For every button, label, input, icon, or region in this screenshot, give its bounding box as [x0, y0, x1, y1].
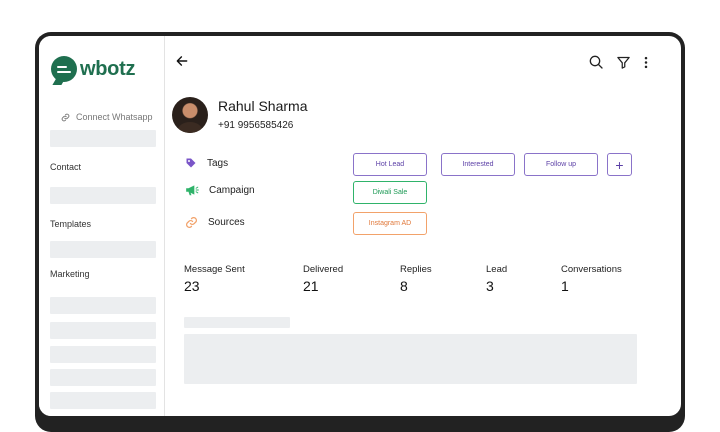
chat-logo-icon: [51, 56, 77, 82]
logo-text: wbotz: [80, 57, 136, 80]
logo[interactable]: wbotz: [51, 56, 135, 82]
filter-icon: [617, 56, 630, 69]
sidebar-item-contact[interactable]: Contact: [50, 162, 81, 172]
more-vertical-icon: [644, 56, 648, 68]
connect-whatsapp-link[interactable]: Connect Whatsapp: [61, 112, 153, 122]
sidebar-placeholder: [50, 187, 156, 204]
tag-chip-hot-lead[interactable]: Hot Lead: [353, 153, 427, 176]
sidebar-placeholder: [50, 130, 156, 147]
contact-name: Rahul Sharma: [218, 98, 308, 114]
stat-value: 23: [184, 278, 200, 294]
search-button[interactable]: [588, 54, 604, 70]
sidebar-placeholder: [50, 346, 156, 363]
arrow-left-icon: [176, 56, 188, 66]
sidebar-placeholder: [50, 369, 156, 386]
sidebar-placeholder: [50, 241, 156, 258]
stat-replies: Replies 8: [400, 264, 432, 294]
filter-button[interactable]: [616, 55, 631, 70]
campaign-row: Campaign: [185, 184, 255, 196]
stat-value: 21: [303, 278, 319, 294]
campaign-label: Campaign: [209, 184, 255, 196]
sidebar-item-marketing[interactable]: Marketing: [50, 269, 90, 279]
tags-label: Tags: [207, 157, 229, 169]
sidebar-placeholder: [50, 322, 156, 339]
sidebar-placeholder: [50, 297, 156, 314]
stat-message-sent: Message Sent 23: [184, 264, 245, 294]
stat-label: Lead: [486, 264, 508, 275]
sidebar-item-templates[interactable]: Templates: [50, 219, 91, 229]
back-button[interactable]: [175, 54, 189, 73]
search-icon: [589, 55, 603, 69]
megaphone-icon: [186, 185, 199, 196]
connect-whatsapp-label: Connect Whatsapp: [76, 112, 153, 122]
add-tag-button[interactable]: +: [607, 153, 632, 176]
tag-chip-follow-up[interactable]: Follow up: [524, 153, 598, 176]
link-icon: [186, 217, 197, 228]
sidebar-placeholder: [50, 392, 156, 409]
content-placeholder-title: [184, 317, 290, 328]
toolbar: [576, 54, 649, 70]
tag-icon: [186, 158, 196, 168]
stat-value: 8: [400, 278, 408, 294]
stat-delivered: Delivered 21: [303, 264, 343, 294]
stat-lead: Lead 3: [486, 264, 507, 294]
tag-chip-interested[interactable]: Interested: [441, 153, 515, 176]
stat-label: Conversations: [561, 264, 622, 275]
avatar: [172, 97, 208, 133]
tags-row: Tags: [185, 157, 228, 169]
content-placeholder-block: [184, 334, 637, 384]
link-icon: [61, 113, 70, 121]
stat-label: Message Sent: [184, 264, 245, 275]
stat-label: Replies: [400, 264, 432, 275]
sidebar: wbotz Connect Whatsapp Contact Templates…: [39, 36, 165, 416]
sources-label: Sources: [208, 217, 245, 228]
more-options-button[interactable]: [643, 55, 649, 70]
stat-value: 3: [486, 278, 494, 294]
stat-value: 1: [561, 278, 569, 294]
stat-conversations: Conversations 1: [561, 264, 622, 294]
campaign-chip[interactable]: Diwali Sale: [353, 181, 427, 204]
app-screen: wbotz Connect Whatsapp Contact Templates…: [39, 36, 681, 416]
sources-row: Sources: [185, 216, 245, 229]
main-content: Rahul Sharma +91 9956585426 Tags Hot Lea…: [165, 36, 681, 416]
stat-label: Delivered: [303, 264, 344, 275]
contact-phone: +91 9956585426: [218, 120, 294, 131]
source-chip[interactable]: Instagram AD: [353, 212, 427, 235]
